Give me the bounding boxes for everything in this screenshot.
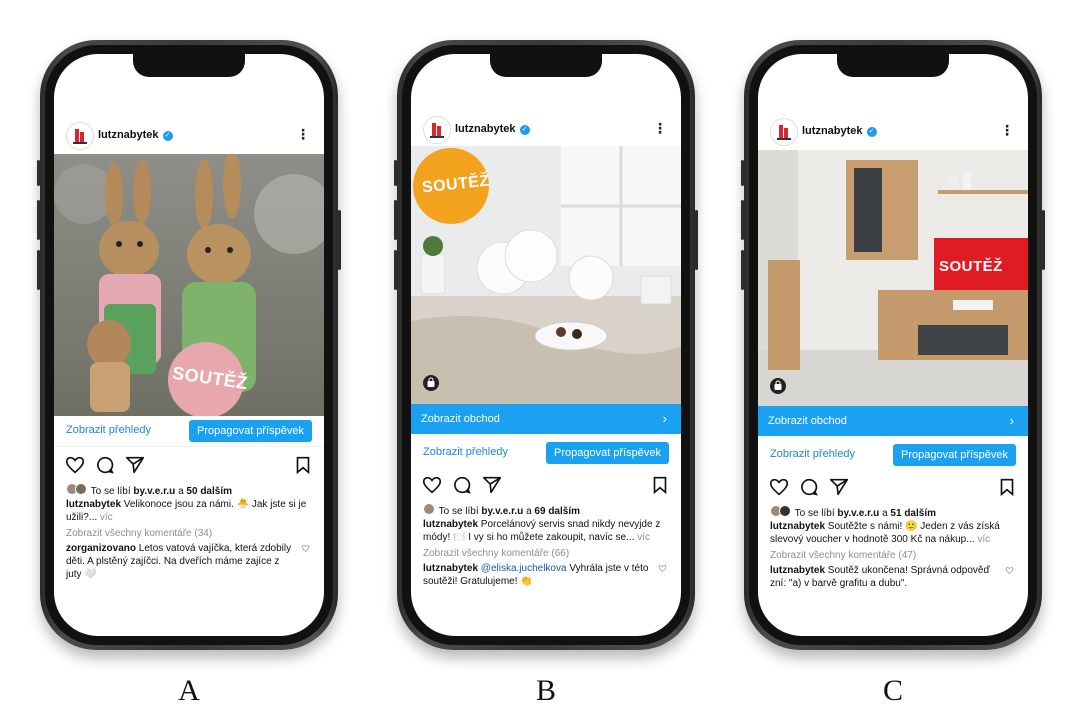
comment-icon[interactable] [94,454,116,476]
more-icon[interactable]: ⋮ [1000,122,1014,139]
liker-avatar [75,483,87,495]
more-icon[interactable]: ⋮ [653,120,667,137]
share-icon[interactable] [828,476,850,498]
bookmark-icon[interactable] [292,454,314,476]
badge-text: SOUTĚŽ [939,258,1003,275]
insights-row: Zobrazit přehledy Propagovat příspěvek [758,440,1028,470]
chevron-right-icon: › [662,411,667,426]
comment-like-icon[interactable] [301,544,310,553]
view-shop-label: Zobrazit obchod [768,415,847,427]
shopping-bag-icon[interactable] [423,375,439,391]
more-icon[interactable]: ⋮ [296,126,310,143]
chevron-right-icon: › [1009,413,1014,428]
username[interactable]: lutznabytek [455,123,516,135]
screen-a: lutznabytek ✓ ⋮ SOUTĚŽ Zobrazit přehledy… [54,54,324,636]
more-link[interactable]: víc [100,512,113,523]
promote-button[interactable]: Propagovat příspěvek [188,420,312,442]
liker-avatar [779,505,791,517]
avatar[interactable] [423,116,451,144]
view-shop-bar[interactable]: Zobrazit obchod › [758,406,1028,436]
comment: lutznabytek Soutěž ukončena! Správná odp… [770,565,990,589]
panel-label-b: B [535,674,556,707]
liker-avatar [423,503,435,515]
share-icon[interactable] [481,474,503,496]
promote-button[interactable]: Propagovat příspěvek [892,444,1016,466]
comment-icon[interactable] [798,476,820,498]
username[interactable]: lutznabytek [98,129,159,141]
promote-button[interactable]: Propagovat příspěvek [545,442,669,464]
view-comments-link[interactable]: Zobrazit všechny komentáře (47) [770,550,916,561]
insights-row: Zobrazit přehledy Propagovat příspěvek [54,416,324,447]
notch [133,54,245,77]
view-comments-link[interactable]: Zobrazit všechny komentáře (34) [66,528,212,539]
verified-icon: ✓ [162,131,173,141]
insights-link[interactable]: Zobrazit přehledy [423,446,508,458]
more-link[interactable]: víc [977,534,990,545]
panel-label-a: A [178,674,200,707]
action-bar [411,474,681,498]
verified-icon: ✓ [866,127,877,137]
notch [837,54,949,77]
post-header: lutznabytek ✓ ⋮ [411,116,681,146]
figure: lutznabytek ✓ ⋮ SOUTĚŽ Zobrazit přehledy… [0,0,1071,709]
post-header: lutznabytek ✓ ⋮ [54,122,324,152]
post-image[interactable]: SOUTĚŽ [411,146,681,404]
phone-b: lutznabytek ✓ ⋮ SOUTĚŽ Zobrazit obchod ›… [394,40,698,650]
view-comments-link[interactable]: Zobrazit všechny komentáře (66) [423,548,569,559]
insights-link[interactable]: Zobrazit přehledy [770,448,855,460]
post-image[interactable]: SOUTĚŽ [54,154,324,416]
post-header: lutznabytek ✓ ⋮ [758,118,1028,148]
bookmark-icon[interactable] [649,474,671,496]
caption: lutznabytek Porcelánový servis snad nikd… [423,519,661,543]
notch [490,54,602,77]
more-link[interactable]: víc [637,532,650,543]
caption: lutznabytek Velikonoce jsou za námi. 🐣 J… [66,499,307,523]
view-shop-bar[interactable]: Zobrazit obchod › [411,404,681,434]
comment-icon[interactable] [451,474,473,496]
heart-icon[interactable] [768,476,790,498]
post-image[interactable]: SOUTĚŽ [758,150,1028,406]
insights-row: Zobrazit přehledy Propagovat příspěvek [411,438,681,468]
panel-label-c: C [882,674,903,707]
comment: zorganizovano Letos vatová vajíčka, kter… [66,543,292,580]
screen-c: lutznabytek ✓ ⋮ SOUTĚŽ Zobrazit obchod ›… [758,54,1028,636]
comment: lutznabytek @eliska.juchelkova Vyhrála j… [423,563,649,587]
verified-icon: ✓ [519,125,530,135]
avatar[interactable] [770,118,798,146]
heart-icon[interactable] [64,454,86,476]
likes-line[interactable]: To se líbí by.v.e.r.u a 69 dalším [423,503,673,517]
screen-b: lutznabytek ✓ ⋮ SOUTĚŽ Zobrazit obchod ›… [411,54,681,636]
bookmark-icon[interactable] [996,476,1018,498]
comment-like-icon[interactable] [1005,566,1014,575]
username[interactable]: lutznabytek [802,125,863,137]
mention-link[interactable]: @eliska.juchelkova [481,563,567,574]
action-bar [54,454,324,478]
comment-like-icon[interactable] [658,564,667,573]
likes-line[interactable]: To se líbí by.v.e.r.u a 51 dalším [770,505,1020,519]
heart-icon[interactable] [421,474,443,496]
avatar[interactable] [66,122,94,150]
caption: lutznabytek Soutěžte s námi! 🙂 Jeden z v… [770,521,1000,545]
action-bar [758,476,1028,500]
insights-link[interactable]: Zobrazit přehledy [66,424,151,436]
likes-line[interactable]: To se líbí by.v.e.r.u a 50 dalším [66,483,316,497]
phone-a: lutznabytek ✓ ⋮ SOUTĚŽ Zobrazit přehledy… [37,40,341,650]
phone-c: lutznabytek ✓ ⋮ SOUTĚŽ Zobrazit obchod ›… [741,40,1045,650]
share-icon[interactable] [124,454,146,476]
shopping-bag-icon[interactable] [770,378,786,394]
view-shop-label: Zobrazit obchod [421,413,500,425]
